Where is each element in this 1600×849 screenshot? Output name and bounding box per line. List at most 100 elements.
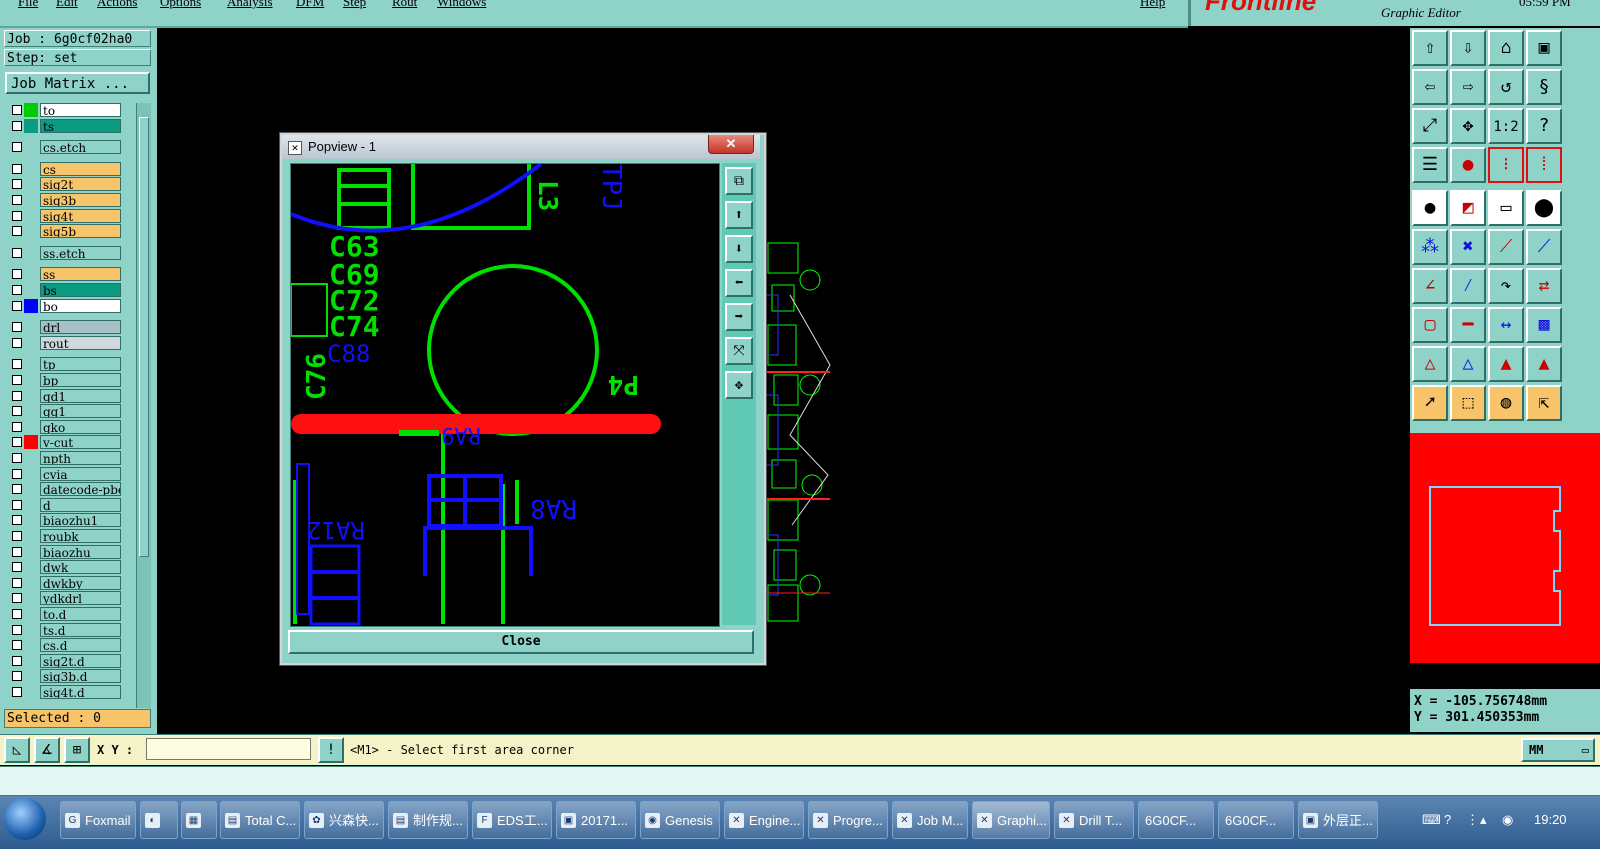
tool-line-button[interactable]: ⟋ xyxy=(1488,229,1524,265)
layer-visibility-checkbox[interactable] xyxy=(12,105,22,115)
zoom-out-button[interactable]: ⤧ xyxy=(725,337,753,365)
layer-color-swatch[interactable] xyxy=(24,298,38,313)
layer-color-swatch[interactable] xyxy=(24,177,38,192)
layer-color-swatch[interactable] xyxy=(24,267,38,282)
layer-color-swatch[interactable] xyxy=(24,224,38,239)
layer-name[interactable]: ydkdrl xyxy=(40,591,121,606)
layer-visibility-checkbox[interactable] xyxy=(12,484,22,495)
layer-visibility-checkbox[interactable] xyxy=(12,546,22,557)
layer-visibility-checkbox[interactable] xyxy=(12,163,22,174)
layer-color-swatch[interactable] xyxy=(24,193,38,207)
layer-row-sig3b[interactable]: sig3b xyxy=(6,193,126,207)
tray-clock[interactable]: 19:20 xyxy=(1534,801,1567,839)
tool-redraw-button[interactable]: § xyxy=(1526,69,1562,105)
layer-name[interactable]: dwk xyxy=(40,560,121,575)
layer-color-swatch[interactable] xyxy=(24,560,38,575)
tool-home-button[interactable]: ⌂ xyxy=(1488,30,1524,66)
layer-row-sig3b-d[interactable]: sig3b.d xyxy=(6,669,126,684)
layer-color-swatch[interactable] xyxy=(24,497,38,512)
tool-pad-info-button[interactable]: ● xyxy=(1412,190,1448,226)
tool-zoom-button[interactable]: ✥ xyxy=(1450,108,1486,144)
layer-row-biaozhu[interactable]: biaozhu xyxy=(6,544,126,559)
layer-visibility-checkbox[interactable] xyxy=(12,671,22,682)
tool-pad-button[interactable]: ● xyxy=(1450,147,1486,183)
layer-color-swatch[interactable] xyxy=(24,419,38,434)
layer-visibility-checkbox[interactable] xyxy=(12,499,22,510)
zoom-home-button[interactable]: ⧉ xyxy=(725,167,753,195)
layer-name[interactable]: sig3b.d xyxy=(40,669,121,684)
tool-triangle1-button[interactable]: △ xyxy=(1412,346,1448,382)
menu-rout[interactable]: Rout xyxy=(392,0,417,10)
tool-select-box-button[interactable]: ▢ xyxy=(1412,307,1448,343)
layer-visibility-checkbox[interactable] xyxy=(12,142,22,153)
cmd-angle-button[interactable]: ∡ xyxy=(34,737,60,763)
layer-visibility-checkbox[interactable] xyxy=(12,531,22,541)
taskbar-item-graphic-editor[interactable]: ✕ Graphi... xyxy=(972,801,1050,839)
layer-name[interactable]: gko xyxy=(40,419,121,434)
menu-options[interactable]: Options xyxy=(160,0,201,10)
layer-row-v-cut[interactable]: v-cut xyxy=(6,435,126,450)
layer-row-to[interactable]: to xyxy=(6,103,126,117)
tool-ruler-button[interactable]: ▭ xyxy=(1488,190,1524,226)
taskbar-item-2017[interactable]: ▣ 20171... xyxy=(556,801,636,839)
tool-down-button[interactable]: ⇩ xyxy=(1450,30,1486,66)
cmd-grid-button[interactable]: ⊞ xyxy=(64,737,90,763)
layer-visibility-checkbox[interactable] xyxy=(12,322,22,333)
menu-edit[interactable]: Edit xyxy=(56,0,78,10)
layer-row-ts[interactable]: ts xyxy=(6,118,126,133)
layer-row-d[interactable]: d xyxy=(6,497,126,512)
layer-row-sig2t-d[interactable]: sig2t.d xyxy=(6,653,126,668)
layer-visibility-checkbox[interactable] xyxy=(12,624,22,635)
menu-analysis[interactable]: Analysis xyxy=(227,0,273,10)
layer-name[interactable]: cvia xyxy=(40,466,121,481)
layer-name[interactable]: sig5b xyxy=(40,224,121,239)
layer-name[interactable]: cs.d xyxy=(40,638,121,653)
layer-name[interactable]: biaozhu xyxy=(40,544,121,559)
layer-row-cs-etch[interactable]: cs.etch xyxy=(6,140,126,155)
tool-triangle3-button[interactable]: ▲ xyxy=(1488,346,1524,382)
layer-row-gko[interactable]: gko xyxy=(6,419,126,434)
layer-name[interactable]: rout xyxy=(40,335,121,350)
layer-color-swatch[interactable] xyxy=(24,451,38,465)
layer-visibility-checkbox[interactable] xyxy=(12,226,22,237)
layer-color-swatch[interactable] xyxy=(24,357,38,372)
keyboard-icon[interactable]: ⌨ xyxy=(1422,801,1441,839)
tool-pointer4-button[interactable]: ⇱ xyxy=(1526,385,1562,421)
layer-visibility-checkbox[interactable] xyxy=(12,337,22,348)
units-select[interactable]: MM ▭ xyxy=(1521,738,1595,762)
board-preview[interactable] xyxy=(760,235,840,635)
menu-step[interactable]: Step xyxy=(343,0,366,10)
layer-color-swatch[interactable] xyxy=(24,544,38,559)
taskbar-item-genesis[interactable]: ◉ Genesis xyxy=(640,801,720,839)
zoom-in-button[interactable]: ✥ xyxy=(725,371,753,399)
layer-color-swatch[interactable] xyxy=(24,103,38,117)
layer-color-swatch[interactable] xyxy=(24,607,38,621)
layer-color-swatch[interactable] xyxy=(24,208,38,223)
cmd-exclaim-button[interactable]: ! xyxy=(318,737,344,763)
tool-connect-button[interactable]: ⁂ xyxy=(1412,229,1448,265)
taskbar-item-total-commander[interactable]: ▤ Total C... xyxy=(220,801,300,839)
layer-visibility-checkbox[interactable] xyxy=(12,210,22,221)
layer-visibility-checkbox[interactable] xyxy=(12,687,22,697)
tool-layers-button[interactable]: ☰ xyxy=(1412,147,1448,183)
chevron-up-icon[interactable]: ▴ xyxy=(1480,801,1487,839)
layer-row-to-d[interactable]: to.d xyxy=(6,607,126,621)
tool-left-button[interactable]: ⇦ xyxy=(1412,69,1448,105)
layer-name[interactable]: v-cut xyxy=(40,435,121,450)
layer-color-swatch[interactable] xyxy=(24,435,38,450)
tool-pointer2-button[interactable]: ⬚ xyxy=(1450,385,1486,421)
layer-color-swatch[interactable] xyxy=(24,653,38,668)
layer-name[interactable]: datecode-pbe xyxy=(40,482,121,497)
cmd-line-button[interactable]: ◺ xyxy=(4,737,30,763)
xy-input[interactable] xyxy=(146,738,311,760)
pan-up-button[interactable]: ⬆ xyxy=(725,201,753,229)
menu-file[interactable]: File xyxy=(18,0,38,10)
layer-visibility-checkbox[interactable] xyxy=(12,269,22,280)
layer-color-swatch[interactable] xyxy=(24,320,38,335)
tool-pointer-button[interactable]: ➚ xyxy=(1412,385,1448,421)
job-matrix-button[interactable]: Job Matrix ... xyxy=(5,72,150,94)
layer-visibility-checkbox[interactable] xyxy=(12,285,22,295)
tool-line2-button[interactable]: ⟋ xyxy=(1526,229,1562,265)
layer-name[interactable]: roubk xyxy=(40,529,121,543)
popview-canvas[interactable]: C63 C69 C72 C74 C76 P4 L3 RA8 RA9 RA12 C… xyxy=(290,162,720,627)
